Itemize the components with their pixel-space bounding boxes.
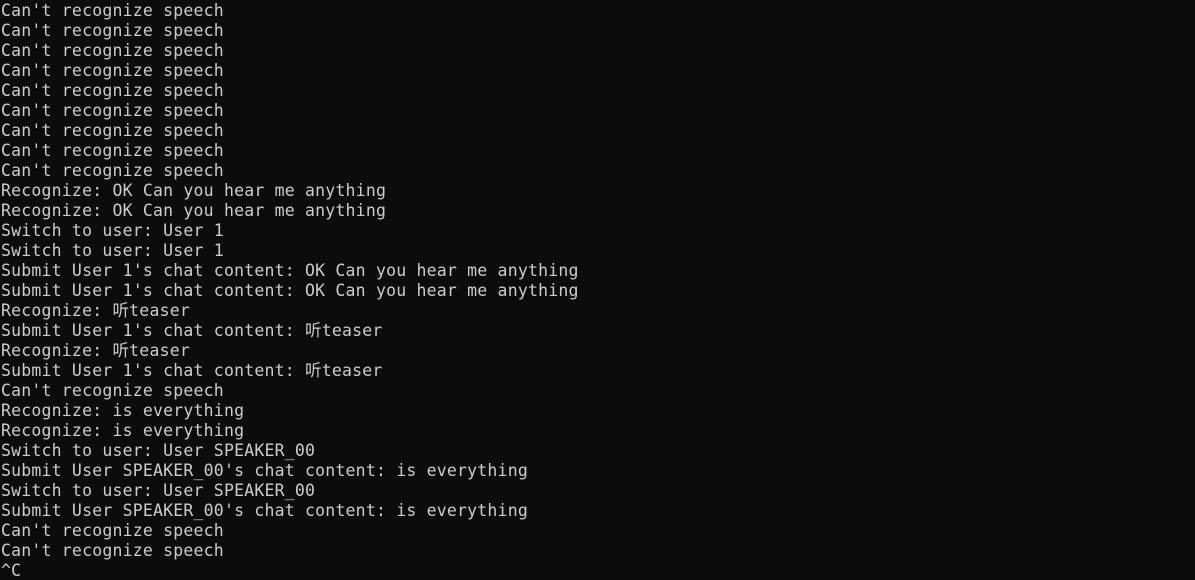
terminal-line: Recognize: OK Can you hear me anything: [1, 181, 387, 200]
terminal-line: Can't recognize speech: [1, 41, 224, 60]
terminal-line: Submit User SPEAKER_00's chat content: i…: [1, 461, 528, 480]
terminal-line: Recognize: is everything: [1, 421, 245, 440]
terminal-line: Can't recognize speech: [1, 521, 224, 540]
terminal-line: Can't recognize speech: [1, 161, 224, 180]
terminal-line: Switch to user: User SPEAKER_00: [1, 481, 316, 500]
terminal-prompt-line: ^C: [1, 561, 22, 580]
terminal-line: Can't recognize speech: [1, 141, 224, 160]
terminal-line: Submit User 1's chat content: OK Can you…: [1, 261, 579, 280]
terminal-line: Submit User SPEAKER_00's chat content: i…: [1, 501, 528, 520]
terminal-line: Submit User 1's chat content: 听teaser: [1, 321, 383, 340]
terminal-line: Can't recognize speech: [1, 81, 224, 100]
terminal-line: Can't recognize speech: [1, 101, 224, 120]
terminal-line: Submit User 1's chat content: 听teaser: [1, 361, 383, 380]
terminal-line: Can't recognize speech: [1, 1, 224, 20]
terminal-line: Switch to user: User 1: [1, 241, 224, 260]
terminal-line: Recognize: 听teaser: [1, 301, 190, 320]
terminal-line: Switch to user: User SPEAKER_00: [1, 441, 316, 460]
terminal-line: Recognize: is everything: [1, 401, 245, 420]
terminal-line: Can't recognize speech: [1, 381, 224, 400]
terminal-line: Can't recognize speech: [1, 121, 224, 140]
terminal-line: Recognize: 听teaser: [1, 341, 190, 360]
terminal-line: Recognize: OK Can you hear me anything: [1, 201, 387, 220]
terminal-line: Can't recognize speech: [1, 21, 224, 40]
terminal-line: Can't recognize speech: [1, 541, 224, 560]
terminal-output[interactable]: Can't recognize speech Can't recognize s…: [0, 0, 1195, 580]
terminal-line: Can't recognize speech: [1, 61, 224, 80]
terminal-line: Submit User 1's chat content: OK Can you…: [1, 281, 579, 300]
terminal-line: Switch to user: User 1: [1, 221, 224, 240]
